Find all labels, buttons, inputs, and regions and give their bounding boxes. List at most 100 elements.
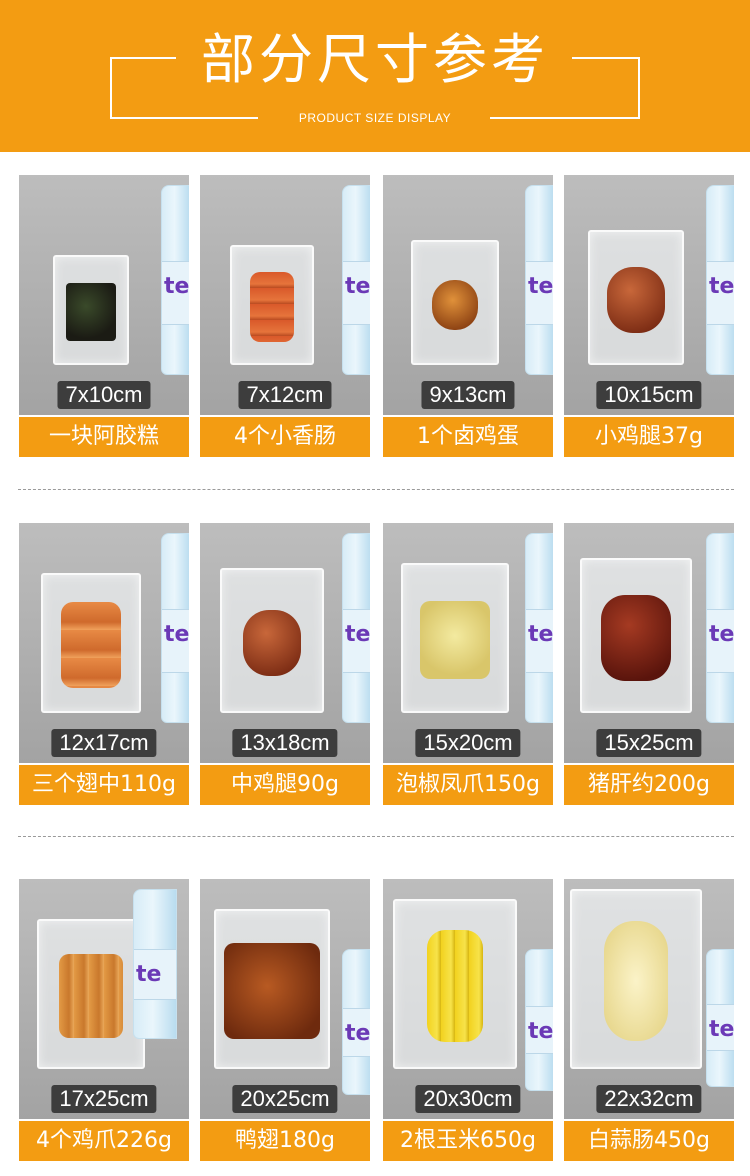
bottle-label-graphic: te	[526, 609, 553, 674]
vacuum-bag	[393, 899, 517, 1069]
size-label: 17x25cm	[51, 1085, 157, 1113]
vacuum-bag	[580, 558, 692, 713]
vacuum-bag	[37, 919, 145, 1069]
product-card: te 20x25cm 鸭翅180g	[200, 879, 370, 1161]
vacuum-bag	[588, 230, 684, 365]
product-name: 1个卤鸡蛋	[383, 417, 553, 457]
product-photo: te	[564, 879, 734, 1119]
product-name: 2根玉米650g	[383, 1121, 553, 1161]
duck-wings-food-image	[224, 943, 320, 1039]
vacuum-bag	[230, 245, 314, 365]
bottle-label-graphic: te	[707, 261, 734, 326]
chicken-leg-food-image	[607, 267, 665, 333]
product-name: 白蒜肠450g	[564, 1121, 734, 1161]
bottle-label-graphic: te	[343, 1007, 370, 1057]
product-photo: te	[19, 523, 189, 763]
product-name: 猪肝约200g	[564, 765, 734, 805]
product-card: te 15x20cm 泡椒凤爪150g	[383, 523, 553, 805]
sausages-food-image	[250, 272, 294, 342]
product-card: te 12x17cm 三个翅中110g	[19, 523, 189, 805]
water-bottle-image: te	[161, 533, 189, 723]
page-subtitle: PRODUCT SIZE DISPLAY	[298, 111, 452, 125]
product-name: 4个鸡爪226g	[19, 1121, 189, 1161]
size-label: 7x10cm	[57, 381, 151, 409]
product-name: 4个小香肠	[200, 417, 370, 457]
row-divider	[18, 836, 734, 837]
product-photo: te	[200, 523, 370, 763]
product-name: 一块阿胶糕	[19, 417, 189, 457]
size-label: 20x30cm	[415, 1085, 521, 1113]
vacuum-bag	[411, 240, 499, 365]
product-photo: te	[19, 879, 189, 1119]
product-photo: te	[564, 523, 734, 763]
dark-cake-food-image	[66, 283, 116, 341]
water-bottle-image: te	[342, 533, 370, 723]
water-bottle-image: te	[706, 949, 734, 1087]
product-name: 中鸡腿90g	[200, 765, 370, 805]
header-banner: 部分尺寸参考 PRODUCT SIZE DISPLAY	[0, 0, 750, 152]
size-label: 12x17cm	[51, 729, 157, 757]
product-card: te 17x25cm 4个鸡爪226g	[19, 879, 189, 1161]
product-photo: te	[19, 175, 189, 415]
chicken-feet-food-image	[59, 954, 123, 1038]
size-label: 13x18cm	[232, 729, 338, 757]
product-photo: te	[200, 175, 370, 415]
chicken-feet-pale-food-image	[420, 601, 490, 679]
chicken-wings-food-image	[61, 602, 121, 688]
water-bottle-image: te	[342, 185, 370, 375]
water-bottle-image: te	[161, 185, 189, 375]
bottle-label-graphic: te	[162, 261, 189, 326]
product-card: te 7x10cm 一块阿胶糕	[19, 175, 189, 457]
bottle-label-graphic: te	[162, 609, 189, 674]
water-bottle-image: te	[133, 889, 177, 1039]
vacuum-bag	[214, 909, 330, 1069]
product-name: 小鸡腿37g	[564, 417, 734, 457]
product-photo: te	[200, 879, 370, 1119]
product-name: 鸭翅180g	[200, 1121, 370, 1161]
water-bottle-image: te	[525, 949, 553, 1091]
bottle-label-graphic: te	[343, 609, 370, 674]
pork-liver-food-image	[601, 595, 671, 681]
size-label: 10x15cm	[596, 381, 702, 409]
water-bottle-image: te	[706, 533, 734, 723]
size-label: 15x20cm	[415, 729, 521, 757]
bottle-label-graphic: te	[707, 609, 734, 674]
product-card: te 7x12cm 4个小香肠	[200, 175, 370, 457]
corn-food-image	[427, 930, 483, 1042]
vacuum-bag	[220, 568, 324, 713]
product-photo: te	[564, 175, 734, 415]
product-card: te 9x13cm 1个卤鸡蛋	[383, 175, 553, 457]
bottle-label-graphic: te	[134, 949, 176, 1000]
product-name: 三个翅中110g	[19, 765, 189, 805]
size-label: 7x12cm	[238, 381, 332, 409]
size-label: 15x25cm	[596, 729, 702, 757]
braised-egg-food-image	[432, 280, 478, 330]
vacuum-bag	[41, 573, 141, 713]
product-card: te 22x32cm 白蒜肠450g	[564, 879, 734, 1161]
garlic-sausage-food-image	[604, 921, 668, 1041]
bottle-label-graphic: te	[343, 261, 370, 326]
page-title: 部分尺寸参考	[201, 28, 549, 91]
water-bottle-image: te	[525, 533, 553, 723]
water-bottle-image: te	[342, 949, 370, 1095]
bottle-label-graphic: te	[526, 261, 553, 326]
vacuum-bag	[401, 563, 509, 713]
size-label: 9x13cm	[421, 381, 515, 409]
row-divider	[18, 489, 734, 490]
product-card: te 20x30cm 2根玉米650g	[383, 879, 553, 1161]
product-card: te 10x15cm 小鸡腿37g	[564, 175, 734, 457]
water-bottle-image: te	[706, 185, 734, 375]
water-bottle-image: te	[525, 185, 553, 375]
chicken-leg-food-image	[243, 610, 301, 676]
product-card: te 15x25cm 猪肝约200g	[564, 523, 734, 805]
product-name: 泡椒凤爪150g	[383, 765, 553, 805]
size-label: 22x32cm	[596, 1085, 702, 1113]
bottle-label-graphic: te	[526, 1006, 553, 1054]
size-label: 20x25cm	[232, 1085, 338, 1113]
vacuum-bag	[570, 889, 702, 1069]
product-photo: te	[383, 523, 553, 763]
product-photo: te	[383, 879, 553, 1119]
product-card: te 13x18cm 中鸡腿90g	[200, 523, 370, 805]
bottle-label-graphic: te	[707, 1004, 734, 1051]
vacuum-bag	[53, 255, 129, 365]
